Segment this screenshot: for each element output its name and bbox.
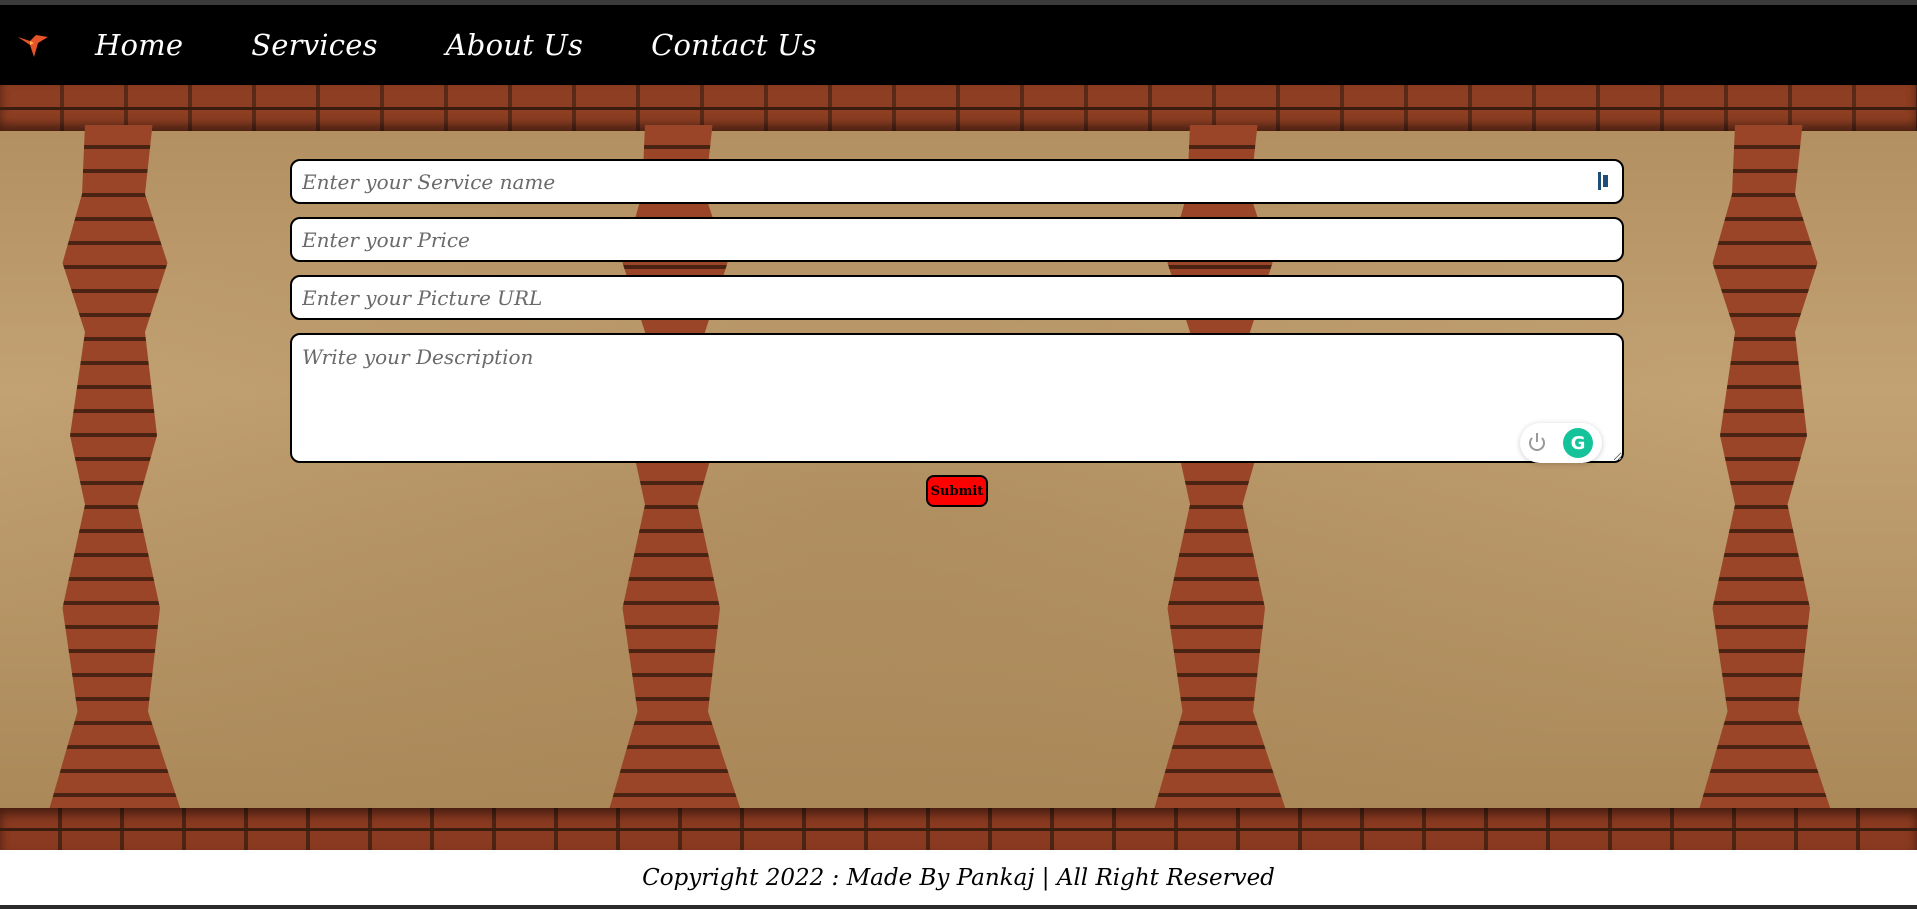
password-manager-icon[interactable]	[1598, 172, 1612, 190]
hummingbird-logo-icon[interactable]	[15, 27, 51, 63]
brick-pillar	[1697, 125, 1833, 815]
copyright-text: Copyright 2022 : Made By Pankaj | All Ri…	[642, 864, 1275, 891]
nav-about-link[interactable]: About Us	[446, 28, 583, 62]
submit-button[interactable]: Submit	[926, 475, 988, 507]
price-input[interactable]	[290, 217, 1624, 262]
brick-row-bottom	[0, 808, 1917, 850]
brick-wall-background: G Submit	[0, 85, 1917, 850]
footer: Copyright 2022 : Made By Pankaj | All Ri…	[0, 850, 1917, 905]
brick-pillar	[47, 125, 183, 815]
grammarly-widget: G	[1520, 423, 1602, 463]
nav-services-link[interactable]: Services	[251, 28, 377, 62]
nav-home-link[interactable]: Home	[95, 28, 183, 62]
description-textarea[interactable]	[290, 333, 1624, 463]
brick-row-top	[0, 85, 1917, 131]
navbar: Home Services About Us Contact Us	[0, 5, 1917, 85]
nav-contact-link[interactable]: Contact Us	[651, 28, 817, 62]
grammarly-icon[interactable]: G	[1563, 428, 1593, 458]
service-name-input[interactable]	[290, 159, 1624, 204]
picture-url-input[interactable]	[290, 275, 1624, 320]
power-icon[interactable]	[1529, 433, 1545, 451]
service-name-wrapper	[290, 159, 1624, 204]
window-bottom-strip	[0, 905, 1917, 909]
add-service-form: G	[290, 159, 1624, 463]
